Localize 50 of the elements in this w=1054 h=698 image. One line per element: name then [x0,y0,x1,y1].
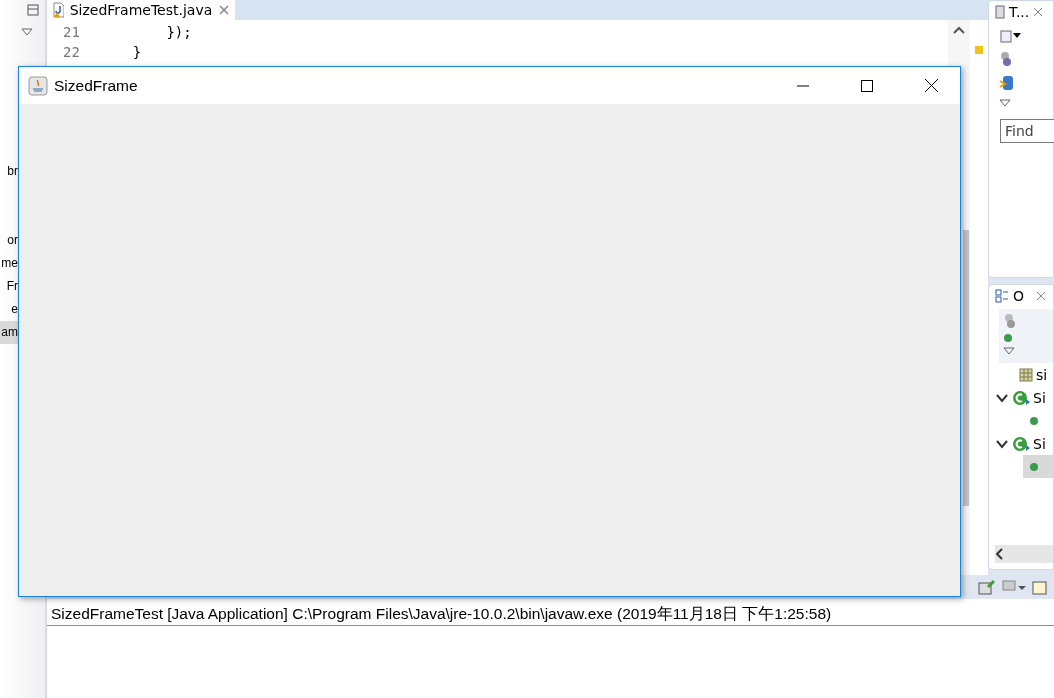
tree-item[interactable]: e [0,298,18,321]
grid-icon [1019,367,1033,382]
find-field[interactable]: Find [1000,119,1054,143]
view-menu-icon[interactable] [21,28,33,36]
task-list-icon [995,5,1005,19]
view-title[interactable]: O [1013,288,1025,304]
field-filter-icon [1003,333,1013,343]
scroll-up-icon[interactable] [953,26,965,34]
tree-item[interactable]: or [0,229,18,252]
view-menu-icon[interactable] [999,99,1011,107]
tree-item[interactable]: Fr [0,275,18,298]
chevron-down-icon[interactable] [995,438,1009,449]
java-file-icon [53,2,64,18]
tree-item[interactable]: am [0,321,18,344]
outline-label[interactable]: Si [1033,435,1046,452]
view-menu-icon[interactable] [1003,347,1015,355]
new-task-icon[interactable] [999,27,1021,43]
view-title[interactable]: T... [1009,4,1030,20]
outline-row[interactable] [1023,455,1053,478]
maximize-icon [861,79,873,92]
line-number: 22 [62,43,81,62]
console-launch-text: SizedFrameTest [Java Application] C:\Program Files\Java\jre-10.0.2\bin\javaw.exe (2019年11月18日 下午1:25:58) [47,599,1054,626]
pin-icon[interactable] [978,579,996,595]
outline-icon [995,289,1009,303]
code-line: }); [165,23,193,42]
scroll-left-icon[interactable] [995,548,1005,560]
close-icon [924,79,938,92]
class-icon [1012,389,1030,406]
close-icon[interactable] [1036,291,1047,301]
chevron-down-icon[interactable] [995,392,1009,403]
field-icon [1029,415,1039,426]
tab-label: SizedFrameTest.java [69,2,213,18]
maximize-icon[interactable] [27,4,39,16]
outline-label[interactable]: Si [1033,389,1046,406]
code-line: } [131,43,143,62]
tree-item[interactable]: br [0,160,18,183]
tree-item[interactable]: me [0,252,18,275]
scrollbar-thumb[interactable] [963,230,969,506]
close-icon[interactable] [218,4,229,16]
warning-marker-icon [975,46,983,54]
class-icon [1012,435,1030,452]
line-number: 21 [62,23,81,42]
new-console-icon[interactable] [1032,579,1050,595]
editor-tab[interactable]: SizedFrameTest.java [47,0,235,20]
java-icon [28,75,48,96]
database-icon[interactable] [999,75,1015,91]
window-title: SizedFrame [54,76,139,95]
outline-label[interactable]: si [1036,366,1048,383]
close-icon[interactable] [1033,7,1044,17]
field-icon [1029,461,1039,472]
